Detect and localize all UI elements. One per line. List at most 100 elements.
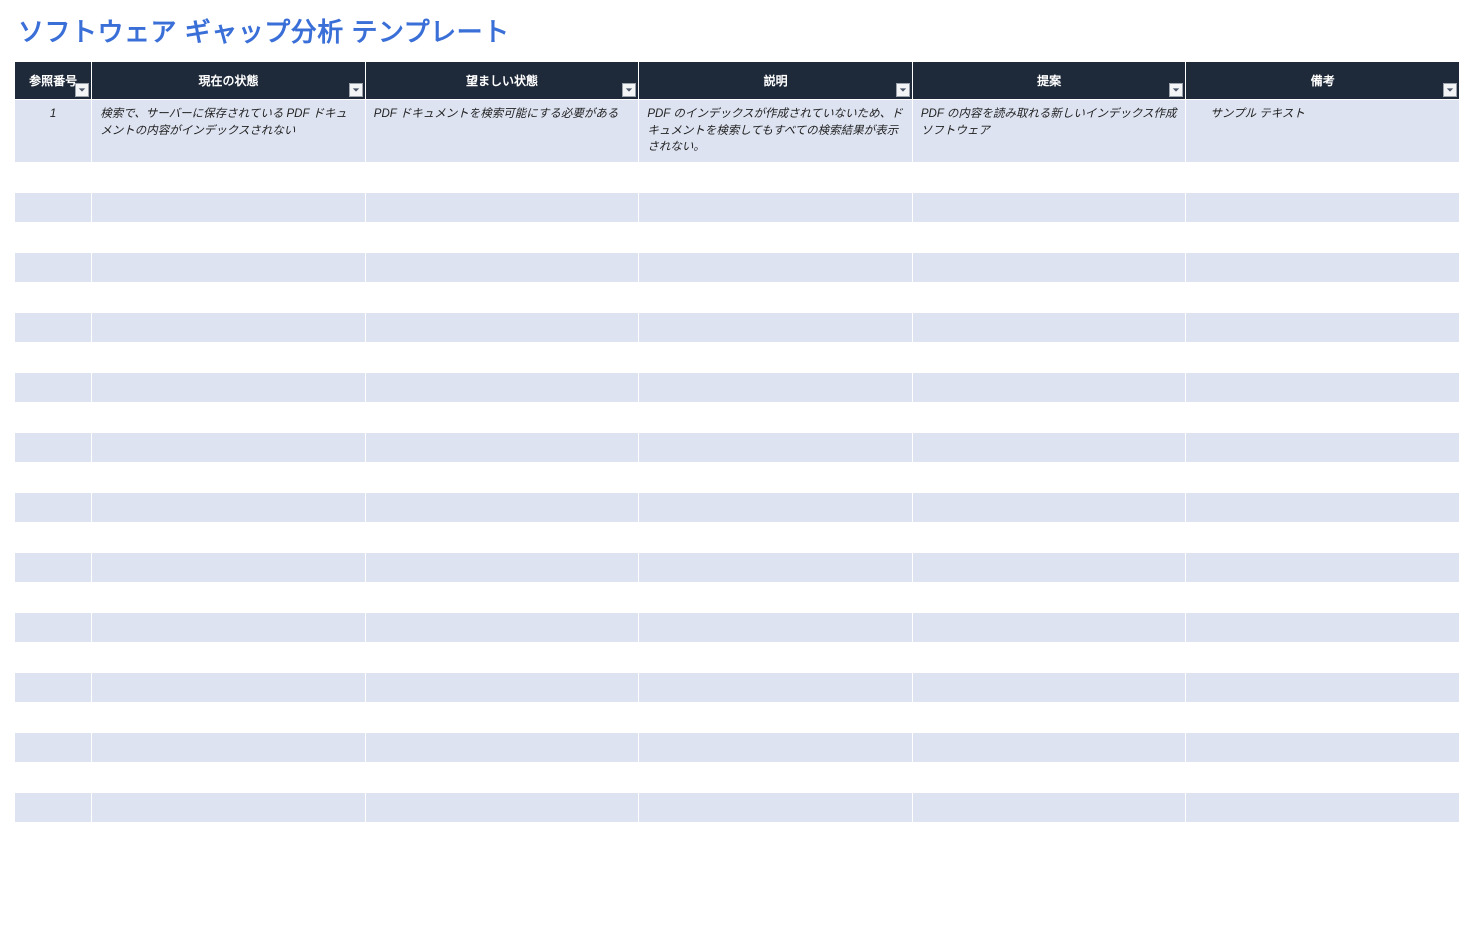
empty-cell[interactable] [15, 733, 92, 763]
empty-cell[interactable] [639, 703, 913, 733]
empty-cell[interactable] [639, 523, 913, 553]
empty-cell[interactable] [1186, 253, 1460, 283]
empty-cell[interactable] [365, 793, 639, 823]
empty-cell[interactable] [92, 613, 366, 643]
empty-cell[interactable] [365, 493, 639, 523]
empty-cell[interactable] [15, 553, 92, 583]
empty-cell[interactable] [92, 433, 366, 463]
empty-cell[interactable] [1186, 583, 1460, 613]
empty-cell[interactable] [365, 583, 639, 613]
empty-cell[interactable] [15, 643, 92, 673]
empty-cell[interactable] [92, 763, 366, 793]
empty-cell[interactable] [365, 403, 639, 433]
filter-button-proposal[interactable] [1169, 83, 1183, 97]
empty-cell[interactable] [92, 643, 366, 673]
empty-cell[interactable] [15, 343, 92, 373]
empty-cell[interactable] [365, 763, 639, 793]
cell-desired[interactable]: PDF ドキュメントを検索可能にする必要がある [365, 100, 639, 163]
empty-cell[interactable] [912, 163, 1186, 193]
empty-cell[interactable] [912, 673, 1186, 703]
empty-cell[interactable] [92, 523, 366, 553]
empty-cell[interactable] [639, 583, 913, 613]
empty-cell[interactable] [912, 703, 1186, 733]
empty-cell[interactable] [15, 613, 92, 643]
empty-cell[interactable] [912, 553, 1186, 583]
empty-cell[interactable] [639, 463, 913, 493]
empty-cell[interactable] [639, 613, 913, 643]
empty-cell[interactable] [912, 583, 1186, 613]
empty-cell[interactable] [365, 343, 639, 373]
empty-cell[interactable] [92, 733, 366, 763]
empty-cell[interactable] [1186, 433, 1460, 463]
empty-cell[interactable] [1186, 223, 1460, 253]
empty-cell[interactable] [92, 493, 366, 523]
empty-cell[interactable] [365, 703, 639, 733]
empty-cell[interactable] [92, 793, 366, 823]
empty-cell[interactable] [639, 763, 913, 793]
empty-cell[interactable] [639, 373, 913, 403]
empty-cell[interactable] [15, 313, 92, 343]
empty-cell[interactable] [912, 343, 1186, 373]
empty-cell[interactable] [912, 793, 1186, 823]
empty-cell[interactable] [912, 313, 1186, 343]
empty-cell[interactable] [1186, 613, 1460, 643]
empty-cell[interactable] [1186, 313, 1460, 343]
empty-cell[interactable] [15, 493, 92, 523]
empty-cell[interactable] [365, 253, 639, 283]
empty-cell[interactable] [1186, 283, 1460, 313]
empty-cell[interactable] [912, 613, 1186, 643]
empty-cell[interactable] [92, 673, 366, 703]
empty-cell[interactable] [365, 613, 639, 643]
empty-cell[interactable] [92, 343, 366, 373]
empty-cell[interactable] [639, 223, 913, 253]
filter-button-notes[interactable] [1443, 83, 1457, 97]
cell-current[interactable]: 検索で、サーバーに保存されている PDF ドキュメントの内容がインデックスされな… [92, 100, 366, 163]
empty-cell[interactable] [15, 433, 92, 463]
empty-cell[interactable] [1186, 163, 1460, 193]
empty-cell[interactable] [912, 253, 1186, 283]
cell-desc[interactable]: PDF のインデックスが作成されていないため、ドキュメントを検索してもすべての検… [639, 100, 913, 163]
empty-cell[interactable] [365, 673, 639, 703]
empty-cell[interactable] [15, 283, 92, 313]
empty-cell[interactable] [365, 553, 639, 583]
empty-cell[interactable] [1186, 373, 1460, 403]
filter-button-ref[interactable] [75, 83, 89, 97]
empty-cell[interactable] [1186, 763, 1460, 793]
empty-cell[interactable] [365, 223, 639, 253]
empty-cell[interactable] [15, 793, 92, 823]
empty-cell[interactable] [912, 493, 1186, 523]
empty-cell[interactable] [365, 283, 639, 313]
empty-cell[interactable] [912, 223, 1186, 253]
empty-cell[interactable] [1186, 343, 1460, 373]
empty-cell[interactable] [912, 373, 1186, 403]
empty-cell[interactable] [92, 373, 366, 403]
empty-cell[interactable] [15, 673, 92, 703]
empty-cell[interactable] [912, 283, 1186, 313]
empty-cell[interactable] [92, 193, 366, 223]
cell-proposal[interactable]: PDF の内容を読み取れる新しいインデックス作成ソフトウェア [912, 100, 1186, 163]
empty-cell[interactable] [1186, 463, 1460, 493]
empty-cell[interactable] [639, 493, 913, 523]
empty-cell[interactable] [912, 463, 1186, 493]
empty-cell[interactable] [1186, 793, 1460, 823]
empty-cell[interactable] [15, 373, 92, 403]
empty-cell[interactable] [15, 703, 92, 733]
empty-cell[interactable] [365, 733, 639, 763]
empty-cell[interactable] [1186, 403, 1460, 433]
empty-cell[interactable] [639, 193, 913, 223]
empty-cell[interactable] [639, 433, 913, 463]
empty-cell[interactable] [639, 403, 913, 433]
empty-cell[interactable] [92, 283, 366, 313]
empty-cell[interactable] [639, 343, 913, 373]
empty-cell[interactable] [639, 553, 913, 583]
empty-cell[interactable] [639, 283, 913, 313]
empty-cell[interactable] [639, 313, 913, 343]
filter-button-desc[interactable] [896, 83, 910, 97]
empty-cell[interactable] [92, 403, 366, 433]
empty-cell[interactable] [92, 463, 366, 493]
empty-cell[interactable] [639, 673, 913, 703]
empty-cell[interactable] [15, 583, 92, 613]
empty-cell[interactable] [15, 463, 92, 493]
empty-cell[interactable] [639, 253, 913, 283]
empty-cell[interactable] [92, 163, 366, 193]
